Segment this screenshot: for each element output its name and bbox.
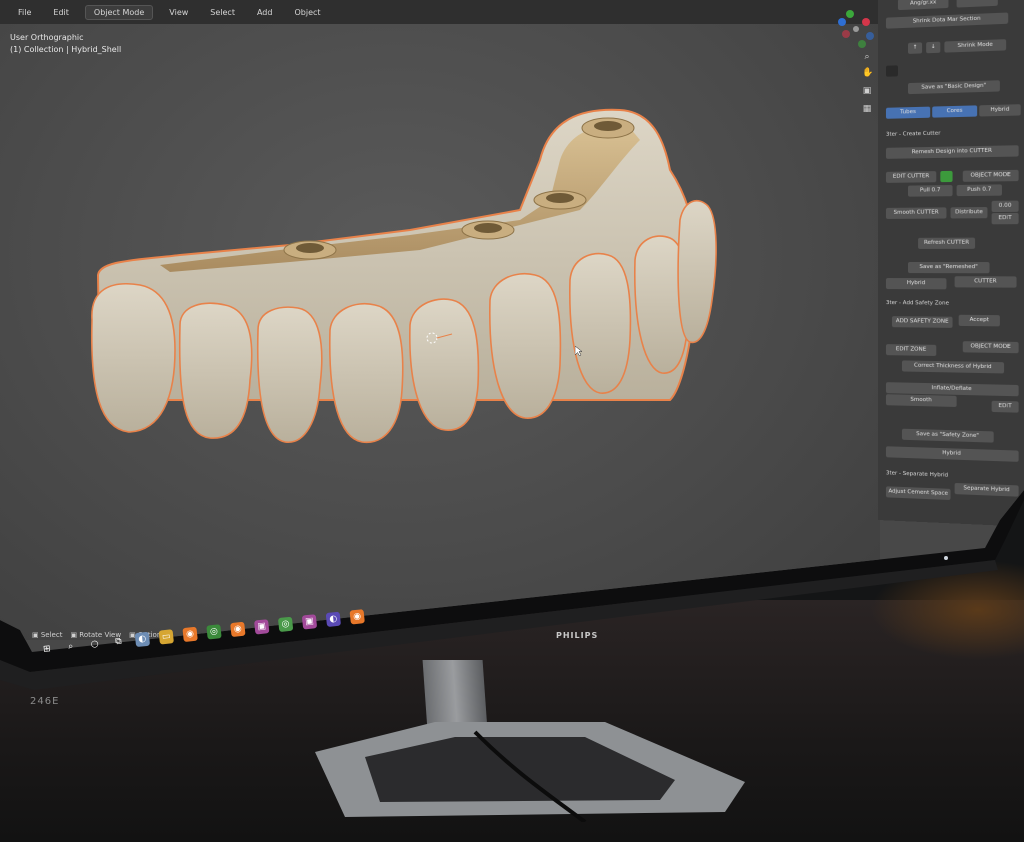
menu-view[interactable]: View: [163, 6, 194, 19]
active-collection: (1) Collection | Hybrid_Shell: [10, 45, 122, 54]
implant-cylinder[interactable]: [581, 117, 635, 139]
folder-icon[interactable]: ▭: [158, 629, 174, 645]
status-green-icon: [940, 170, 953, 183]
arrow-down-icon[interactable]: ↓: [926, 41, 941, 54]
search-icon[interactable]: ⌕: [63, 639, 78, 654]
save-safety-zone-button[interactable]: Save as "Safety Zone": [901, 428, 994, 443]
monitor-stand-base: [315, 722, 745, 822]
adjust-cement-button[interactable]: Adjust Cement Space: [885, 486, 951, 501]
section-separate-hybrid: 3ter - Separate Hybrid: [885, 470, 949, 479]
pull-button[interactable]: Pull 0.7: [907, 185, 953, 197]
blender-icon[interactable]: ◉: [230, 621, 246, 638]
pan-hand-icon[interactable]: ✋: [862, 68, 873, 78]
view-info: User Orthographic (1) Collection | Hybri…: [10, 32, 121, 56]
hybrid-field[interactable]: Hybrid: [885, 278, 947, 290]
edit-button-2[interactable]: EDIT: [991, 400, 1019, 413]
save-basic-design-button[interactable]: Save as "Basic Design": [907, 80, 1000, 95]
accept-button[interactable]: Accept: [958, 314, 1000, 327]
camera-icon[interactable]: ▣: [862, 86, 872, 96]
tab-tubes[interactable]: Tubes: [885, 106, 931, 119]
color-swatch[interactable]: [885, 65, 898, 77]
menu-object[interactable]: Object: [288, 6, 326, 19]
mouse-pointer-icon: [575, 346, 583, 356]
cortana-icon[interactable]: ○: [87, 637, 102, 652]
implant-cylinder[interactable]: [533, 190, 587, 210]
edit-cutter-button[interactable]: EDIT CUTTER: [885, 171, 937, 183]
correct-thickness-button[interactable]: Correct Thickness of Hybrid: [901, 360, 1005, 374]
menu-edit[interactable]: Edit: [47, 6, 75, 19]
arrow-up-icon[interactable]: ↑: [907, 42, 923, 54]
menu-file[interactable]: File: [12, 6, 37, 19]
app-icon[interactable]: ◐: [134, 631, 151, 648]
remesh-button[interactable]: Remesh Design into CUTTER: [885, 145, 1019, 159]
refresh-cutter-button[interactable]: Refresh CUTTER: [918, 237, 976, 249]
smooth-field[interactable]: Smooth: [885, 394, 957, 407]
windows-start-icon[interactable]: ⊞: [39, 642, 54, 657]
grid-icon[interactable]: ▦: [862, 104, 872, 114]
edit-zone-button[interactable]: EDIT ZONE: [885, 344, 937, 356]
distribute-button[interactable]: Distribute: [950, 207, 988, 219]
value-field[interactable]: 0.00: [991, 200, 1019, 213]
section-create-cutter: 3ter - Create Cutter: [885, 130, 941, 138]
shrink-section-button[interactable]: Shrink Dota Mar Section: [885, 12, 1009, 29]
implant-cylinder[interactable]: [283, 240, 337, 260]
add-safety-zone-button[interactable]: ADD SAFETY ZONE: [891, 316, 953, 328]
app-icon[interactable]: ◐: [325, 611, 342, 628]
tab-hybrid[interactable]: Hybrid: [979, 104, 1021, 117]
monitor-model-label: 246E: [30, 696, 60, 707]
separate-hybrid-button[interactable]: Separate Hybrid: [954, 482, 1019, 497]
cutter-field[interactable]: CUTTER: [954, 276, 1017, 288]
push-button[interactable]: Push 0.7: [956, 184, 1002, 197]
power-indicator-icon: [944, 556, 948, 560]
3d-viewport[interactable]: File Edit Object Mode View Select Add Ob…: [0, 0, 892, 640]
chrome-icon[interactable]: ◎: [206, 624, 222, 640]
monitor-brand-logo: PHILIPS: [556, 631, 599, 640]
edit-button[interactable]: EDIT: [991, 212, 1019, 225]
task-view-icon[interactable]: ⧉: [111, 634, 126, 649]
app-icon[interactable]: ◎: [277, 616, 294, 633]
menu-select[interactable]: Select: [204, 6, 241, 19]
dental-hybrid-model[interactable]: [80, 100, 720, 460]
smooth-cutter-button[interactable]: Smooth CUTTER: [885, 207, 947, 219]
viewport-header: File Edit Object Mode View Select Add Ob…: [0, 0, 892, 24]
object-mode-button-2[interactable]: OBJECT MODE: [962, 341, 1019, 354]
save-remeshed-button[interactable]: Save as "Remeshed": [907, 262, 990, 274]
menu-add[interactable]: Add: [251, 6, 279, 19]
section-safety-zone: 3ter - Add Safety Zone: [885, 300, 950, 307]
implant-cylinder[interactable]: [461, 220, 515, 240]
blender-icon[interactable]: ◉: [182, 626, 198, 643]
top-button-a[interactable]: Ang/gr.xx: [897, 0, 949, 11]
hybrid-field-2[interactable]: Hybrid: [885, 446, 1019, 462]
blender-icon[interactable]: ◉: [349, 609, 365, 625]
zoom-icon[interactable]: ⌕: [862, 52, 872, 62]
sidebar-panel: Ang/gr.xx Shrink Dota Mar Section ↑ ↓ Sh…: [878, 0, 1024, 527]
app-icon[interactable]: ▣: [254, 619, 270, 635]
tab-cores[interactable]: Cores: [932, 105, 978, 118]
shrink-mode-button[interactable]: Shrink Mode: [944, 39, 1007, 53]
app-icon[interactable]: ▣: [301, 614, 318, 630]
view-name: User Orthographic: [10, 33, 84, 42]
navigation-gizmo[interactable]: [836, 8, 876, 52]
object-mode-dropdown[interactable]: Object Mode: [84, 4, 154, 20]
object-mode-button[interactable]: OBJECT MODE: [962, 169, 1019, 182]
top-button-b[interactable]: [956, 0, 998, 8]
